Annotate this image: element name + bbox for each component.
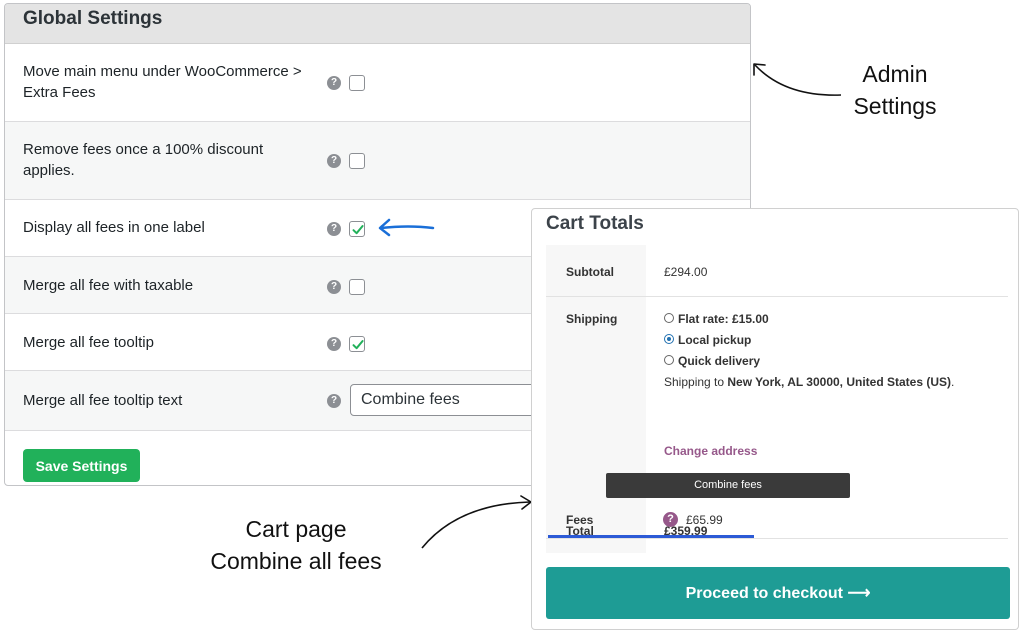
shipping-option-local-pickup[interactable]: Local pickup: [678, 333, 751, 347]
display-one-label-checkbox[interactable]: [349, 221, 365, 237]
total-value: £359.99: [664, 524, 708, 538]
proceed-to-checkout-button[interactable]: Proceed to checkout ⟶: [546, 567, 1010, 619]
total-label: Total: [566, 524, 594, 538]
move-menu-checkbox[interactable]: [349, 75, 365, 91]
change-address-link[interactable]: Change address: [664, 444, 757, 458]
note-line: Combine all fees: [210, 548, 382, 574]
shipping-radio-local-pickup[interactable]: [664, 334, 674, 344]
shipping-to-suffix: .: [951, 375, 955, 389]
blue-arrow-icon: [378, 218, 435, 237]
remove-fees-checkbox[interactable]: [349, 153, 365, 169]
curved-arrow-icon: [753, 63, 842, 96]
help-icon[interactable]: ?: [327, 76, 341, 90]
row-divider: [546, 296, 1008, 297]
setting-label: Merge all fee with taxable: [23, 277, 194, 294]
shipping-address: New York, AL 30000, United States (US): [727, 375, 952, 389]
shipping-option-flat-rate[interactable]: Flat rate: £15.00: [678, 312, 769, 326]
setting-label: Remove fees once a 100% discount applies…: [23, 141, 264, 179]
note-line: Cart page: [245, 516, 347, 542]
subtotal-label: Subtotal: [566, 265, 614, 279]
shipping-radio-quick-delivery[interactable]: [664, 355, 674, 365]
setting-row-move-menu: Move main menu under WooCommerce > Extra…: [5, 44, 750, 122]
checkmark-icon: [352, 340, 364, 350]
help-icon[interactable]: ?: [327, 280, 341, 294]
setting-label: Merge all fee tooltip text: [23, 392, 183, 409]
row-divider: [546, 538, 1008, 539]
settings-title: Global Settings: [23, 8, 163, 29]
subtotal-value: £294.00: [664, 265, 708, 279]
arrow-right-icon: ⟶: [847, 585, 871, 602]
checkmark-icon: [352, 225, 364, 235]
cart-values-column: [646, 245, 1008, 553]
help-icon[interactable]: ?: [327, 222, 341, 236]
merge-taxable-checkbox[interactable]: [349, 279, 365, 295]
setting-label: Merge all fee tooltip: [23, 334, 154, 351]
shipping-option-quick-delivery[interactable]: Quick delivery: [678, 354, 760, 368]
cart-totals-table: Subtotal £294.00 Shipping Flat rate: £15…: [546, 245, 1008, 553]
save-settings-button[interactable]: Save Settings: [23, 449, 140, 482]
cart-page-note: Cart page Combine all fees: [186, 513, 406, 577]
cart-totals-panel: Cart Totals Subtotal £294.00 Shipping Fl…: [531, 208, 1019, 630]
setting-label: Move main menu under WooCommerce > Extra…: [23, 63, 302, 101]
shipping-label: Shipping: [566, 312, 618, 326]
shipping-destination: Shipping to New York, AL 30000, United S…: [664, 375, 954, 389]
shipping-radio-flat-rate[interactable]: [664, 313, 674, 323]
fees-tooltip: Combine fees: [606, 473, 850, 498]
help-icon[interactable]: ?: [327, 394, 341, 408]
merge-tooltip-checkbox[interactable]: [349, 336, 365, 352]
setting-label: Display all fees in one label: [23, 219, 205, 236]
curved-arrow-icon: [421, 495, 532, 549]
help-icon[interactable]: ?: [327, 154, 341, 168]
settings-header: Global Settings: [5, 4, 750, 44]
checkout-label: Proceed to checkout: [685, 585, 843, 602]
cart-totals-title: Cart Totals: [546, 213, 644, 234]
shipping-to-prefix: Shipping to: [664, 375, 725, 389]
help-icon[interactable]: ?: [327, 337, 341, 351]
setting-row-remove-fees: Remove fees once a 100% discount applies…: [5, 122, 750, 200]
